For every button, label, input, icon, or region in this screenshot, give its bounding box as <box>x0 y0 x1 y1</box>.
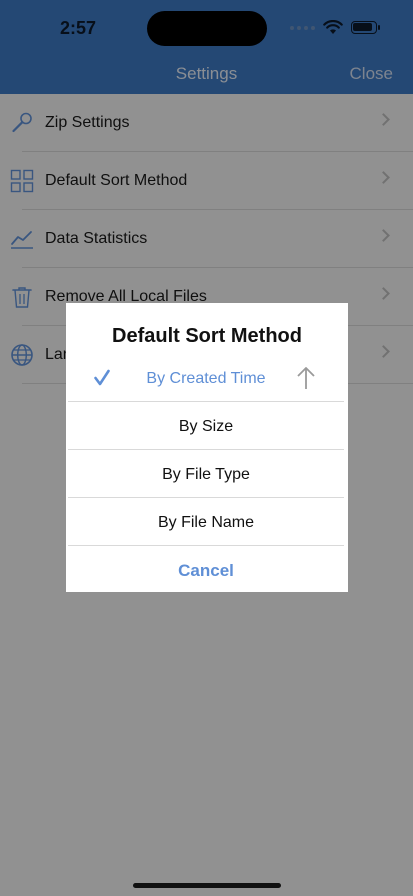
sort-option-file-type[interactable]: By File Type <box>68 451 344 499</box>
checkmark-icon <box>94 369 110 386</box>
dialog-title: Default Sort Method <box>112 325 302 347</box>
sort-method-dialog: Default Sort Method By Created Time By S… <box>66 303 348 592</box>
sort-option-label: By File Type <box>162 466 250 483</box>
sort-option-label: By Created Time <box>146 370 266 387</box>
divider <box>68 545 344 546</box>
sort-option-label: By File Name <box>157 514 255 531</box>
sort-option-file-name[interactable]: By File Name <box>68 499 344 547</box>
cancel-label: Cancel <box>178 561 234 580</box>
divider <box>68 401 344 402</box>
cancel-button[interactable]: Cancel <box>68 547 344 595</box>
home-indicator[interactable] <box>133 883 281 888</box>
divider <box>68 449 344 450</box>
sort-option-label: By Size <box>178 418 234 435</box>
arrow-up-icon[interactable] <box>296 365 316 391</box>
divider <box>68 497 344 498</box>
sort-option-size[interactable]: By Size <box>68 403 344 451</box>
sort-option-created-time[interactable]: By Created Time <box>68 355 344 403</box>
